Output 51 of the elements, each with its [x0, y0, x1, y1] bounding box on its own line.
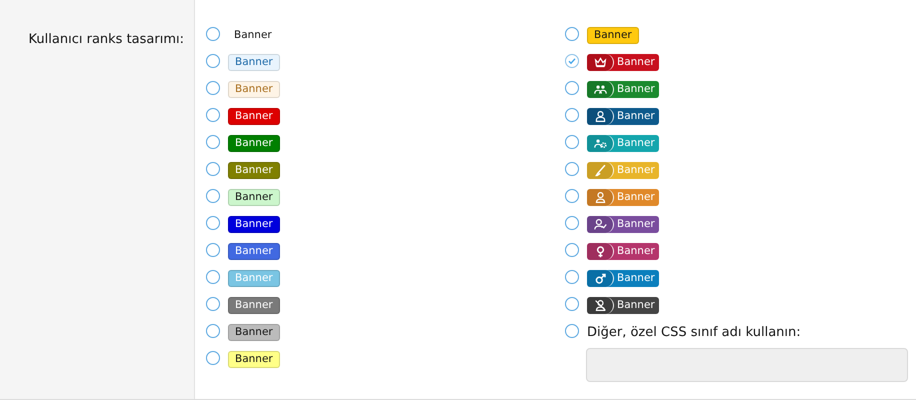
rank-banner: Banner [587, 297, 659, 314]
radio-button[interactable] [206, 216, 220, 230]
rank-banner: Banner [228, 297, 280, 314]
radio-button[interactable] [206, 80, 220, 94]
radio-button[interactable] [206, 350, 220, 364]
radio-button[interactable] [565, 54, 579, 68]
radio-button[interactable] [565, 188, 579, 202]
rank-banner: Banner [587, 243, 659, 260]
radio-button[interactable] [206, 242, 220, 256]
radio-button[interactable] [206, 108, 220, 122]
rank-banner: Banner [587, 81, 659, 98]
rank-banner: Banner [587, 135, 659, 152]
radio-button[interactable] [206, 26, 220, 40]
rank-banner: Banner [228, 243, 280, 260]
radio-button[interactable] [565, 134, 579, 148]
rank-banner: Banner [587, 54, 659, 71]
rank-label: Banner [233, 28, 273, 43]
radio-button[interactable] [565, 26, 579, 40]
radio-button[interactable] [206, 296, 220, 310]
rank-banner: Banner [587, 270, 659, 287]
rank-banner: Banner [228, 135, 280, 152]
radio-button[interactable] [565, 270, 579, 284]
radio-button[interactable] [565, 242, 579, 256]
radio-button[interactable] [206, 134, 220, 148]
radio-button[interactable] [206, 324, 220, 338]
rank-banner: Banner [228, 324, 280, 341]
option-label: Diğer, özel CSS sınıf adı kullanın: [587, 325, 801, 340]
radio-button[interactable] [565, 108, 579, 122]
radio-button[interactable] [206, 162, 220, 176]
radio-button[interactable] [565, 216, 579, 230]
radio-button[interactable] [565, 296, 579, 310]
rank-banner: Banner [228, 216, 280, 233]
rank-banner: Banner [228, 351, 280, 368]
radio-button[interactable] [206, 54, 220, 68]
field-label: Kullanıcı ranks tasarımı: [28, 32, 184, 47]
rank-banner: Banner [228, 54, 280, 71]
rank-banner: Banner [228, 81, 280, 98]
rank-banner: Banner [228, 162, 280, 179]
rank-banner: Banner [228, 270, 280, 287]
rank-banner: Banner [587, 216, 659, 233]
radio-button[interactable] [206, 188, 220, 202]
rank-banner: Banner [587, 108, 659, 125]
radio-button[interactable] [565, 80, 579, 94]
rank-banner: Banner [587, 189, 659, 206]
rank-banner: Banner [587, 162, 659, 179]
rank-banner: Banner [587, 27, 639, 44]
rank-banner: Banner [228, 108, 280, 125]
check-icon [567, 56, 577, 66]
radio-button[interactable] [565, 162, 579, 176]
rank-banner: Banner [228, 189, 280, 206]
radio-button[interactable] [206, 270, 220, 284]
